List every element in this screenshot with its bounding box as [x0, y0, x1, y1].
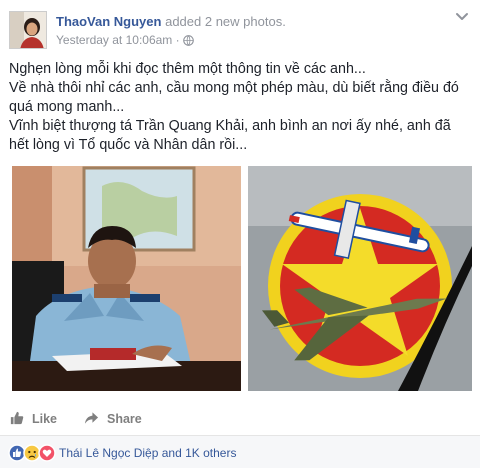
post-text-line: Vĩnh biệt thượng tá Trần Quang Khải, anh… [9, 118, 451, 153]
photo-aircraft-emblem[interactable] [248, 166, 472, 391]
author-avatar[interactable] [9, 11, 47, 49]
reactions-summary[interactable]: Thái Lê Ngọc Diệp and 1K others [59, 446, 236, 460]
share-button[interactable]: Share [84, 405, 142, 433]
sad-reaction-icon [23, 444, 41, 462]
share-arrow-icon [84, 411, 107, 428]
post-header-line: ThaoVan Nguyen added 2 new photos. [56, 14, 286, 30]
chevron-down-icon[interactable] [454, 8, 470, 24]
post-timestamp[interactable]: Yesterday at 10:06am [56, 33, 172, 47]
post-actions: Like Share [0, 405, 480, 433]
reactions-bar: Thái Lê Ngọc Diệp and 1K others [0, 435, 480, 468]
love-reaction-icon [38, 444, 56, 462]
post-meta: Yesterday at 10:06am · [56, 33, 194, 49]
globe-icon[interactable] [183, 35, 194, 49]
share-label: Share [107, 412, 142, 426]
post-text-line: Nghẹn lòng mỗi khi đọc thêm một thông ti… [9, 61, 366, 77]
thumbs-up-icon [10, 411, 32, 428]
photo-officer[interactable] [12, 166, 241, 391]
reaction-icons[interactable] [8, 444, 58, 462]
meta-separator: · [175, 33, 180, 47]
like-reaction-icon [8, 444, 26, 462]
like-button[interactable]: Like [10, 405, 57, 433]
post-body: Nghẹn lòng mỗi khi đọc thêm một thông ti… [9, 60, 471, 155]
photo-post: ThaoVan Nguyen added 2 new photos. Yeste… [0, 0, 480, 468]
author-name[interactable]: ThaoVan Nguyen [56, 14, 161, 29]
post-action-text: added 2 new photos. [165, 14, 286, 29]
like-label: Like [32, 412, 58, 426]
post-text-line: Về nhà thôi nhỉ các anh, cầu mong một ph… [9, 80, 459, 115]
